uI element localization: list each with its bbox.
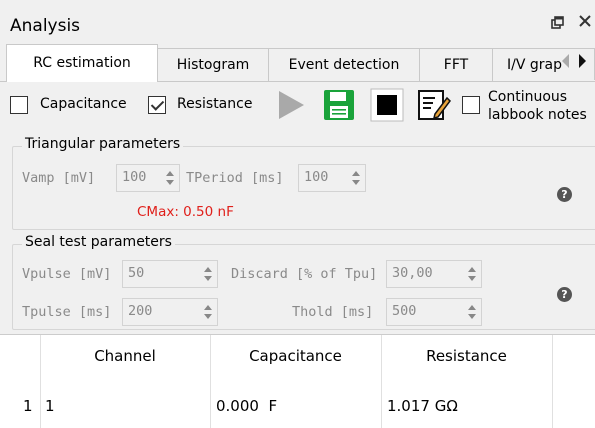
tab-iv-graph-label: I/V grap bbox=[507, 57, 562, 73]
continuous-label-line1: Continuous bbox=[488, 89, 568, 105]
table-row[interactable]: 1 1 0.000 F 1.017 GΩ bbox=[0, 383, 595, 423]
tab-scroll-right-icon[interactable] bbox=[576, 52, 590, 74]
seal-group-title: Seal test parameters bbox=[22, 234, 175, 250]
continuous-labbook-label: Continuous labbook notes bbox=[488, 88, 587, 124]
seal-help-icon[interactable]: ? bbox=[557, 287, 572, 302]
spin-arrows-icon bbox=[352, 171, 360, 185]
tpulse-spinbox[interactable]: 200 bbox=[122, 298, 218, 326]
results-table: Channel Capacitance Resistance 1 1 0.000… bbox=[0, 334, 595, 428]
thold-label: Thold [ms] bbox=[292, 304, 374, 320]
resistance-label: Resistance bbox=[177, 96, 253, 112]
resistance-checkbox[interactable] bbox=[148, 96, 166, 114]
vpulse-spinbox[interactable]: 50 bbox=[122, 260, 218, 288]
spin-arrows-icon bbox=[204, 305, 212, 319]
capacitance-label: Capacitance bbox=[40, 96, 127, 112]
spin-arrows-icon bbox=[204, 267, 212, 281]
spin-arrows-icon bbox=[468, 267, 476, 281]
save-icon bbox=[324, 90, 354, 120]
vpulse-label: Vpulse [mV] bbox=[22, 266, 112, 282]
continuous-label-line2: labbook notes bbox=[488, 107, 587, 123]
tperiod-value: 100 bbox=[304, 169, 329, 185]
cmax-text: CMax: 0.50 nF bbox=[137, 204, 234, 220]
row-index: 1 bbox=[23, 397, 33, 415]
tpulse-value: 200 bbox=[128, 303, 153, 319]
column-header-channel[interactable]: Channel bbox=[40, 347, 210, 365]
tperiod-spinbox[interactable]: 100 bbox=[298, 164, 366, 192]
cell-resistance: 1.017 GΩ bbox=[387, 397, 458, 415]
labbook-button[interactable] bbox=[417, 88, 451, 122]
spin-arrows-icon bbox=[166, 171, 174, 185]
vamp-value: 100 bbox=[122, 169, 147, 185]
stop-button[interactable] bbox=[370, 88, 404, 122]
float-icon[interactable] bbox=[551, 16, 565, 34]
stop-icon bbox=[370, 88, 404, 122]
notebook-pencil-icon bbox=[418, 90, 451, 120]
tpulse-label: Tpulse [ms] bbox=[22, 304, 112, 320]
spin-arrows-icon bbox=[468, 305, 476, 319]
triangular-help-icon[interactable]: ? bbox=[557, 187, 572, 202]
vamp-spinbox[interactable]: 100 bbox=[116, 164, 180, 192]
tab-histogram[interactable]: Histogram bbox=[157, 48, 269, 81]
play-icon bbox=[279, 91, 304, 119]
cell-capacitance: 0.000 F bbox=[216, 397, 278, 415]
column-header-resistance[interactable]: Resistance bbox=[381, 347, 552, 365]
tab-scroll-left-icon[interactable] bbox=[559, 52, 573, 74]
cell-channel: 1 bbox=[45, 397, 55, 415]
tab-event-detection[interactable]: Event detection bbox=[268, 48, 420, 81]
run-button[interactable] bbox=[274, 88, 308, 122]
save-button[interactable] bbox=[322, 88, 356, 122]
discard-value: 30,00 bbox=[392, 265, 433, 281]
vpulse-value: 50 bbox=[128, 265, 145, 281]
vamp-label: Vamp [mV] bbox=[22, 170, 96, 186]
capacitance-checkbox[interactable] bbox=[10, 96, 28, 114]
title-bar bbox=[0, 0, 595, 40]
tab-bar: RC estimation Histogram Event detection … bbox=[0, 44, 595, 82]
discard-spinbox[interactable]: 30,00 bbox=[386, 260, 482, 288]
triangular-group-title: Triangular parameters bbox=[22, 136, 184, 152]
tab-rc-estimation[interactable]: RC estimation bbox=[6, 44, 158, 82]
thold-spinbox[interactable]: 500 bbox=[386, 298, 482, 326]
window-title: Analysis bbox=[10, 16, 81, 36]
continuous-labbook-checkbox[interactable] bbox=[462, 96, 480, 114]
column-header-capacitance[interactable]: Capacitance bbox=[210, 347, 381, 365]
close-icon[interactable] bbox=[578, 14, 592, 32]
tperiod-label: TPeriod [ms] bbox=[186, 170, 284, 186]
thold-value: 500 bbox=[392, 303, 417, 319]
discard-label: Discard [% of Tpu] bbox=[231, 266, 378, 282]
tab-fft[interactable]: FFT bbox=[419, 48, 493, 81]
